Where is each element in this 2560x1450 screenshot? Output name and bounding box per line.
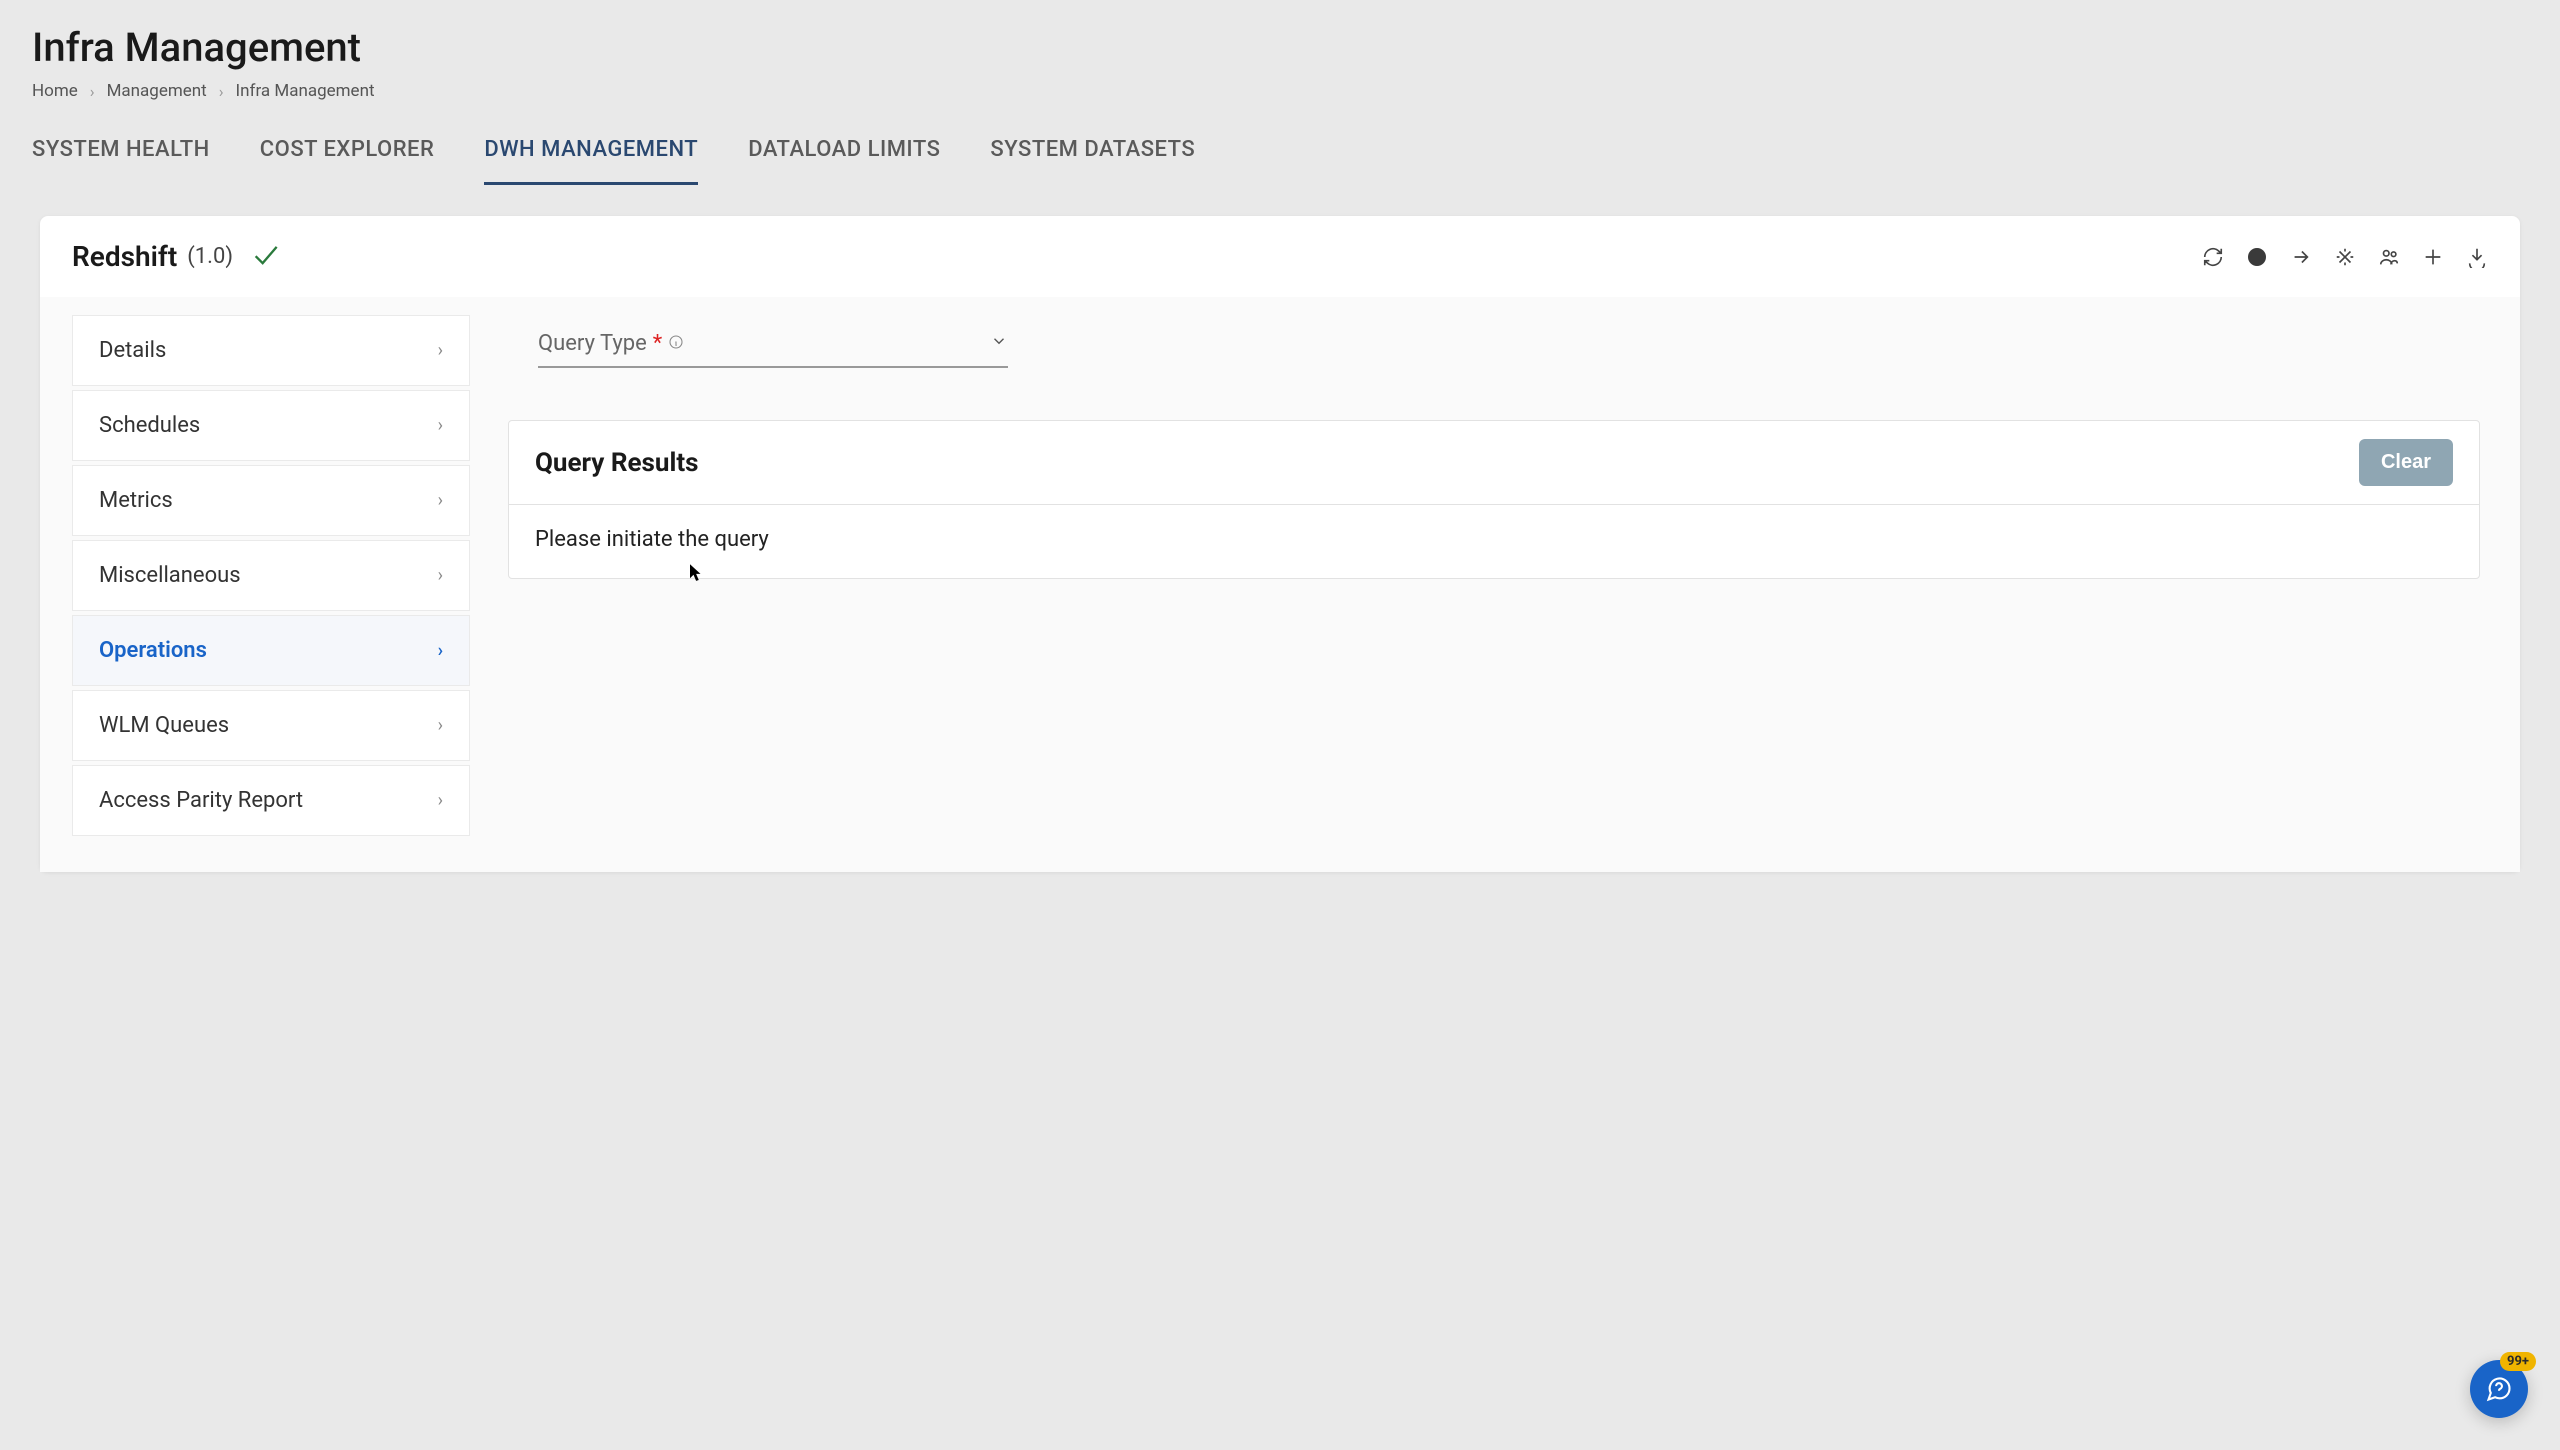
- sidebar-item-label: Operations: [99, 638, 207, 663]
- tab-cost-explorer[interactable]: COST EXPLORER: [260, 115, 435, 185]
- chat-help-button[interactable]: 99+: [2470, 1360, 2528, 1418]
- chevron-right-icon: ›: [438, 790, 443, 811]
- check-icon: [251, 241, 279, 273]
- chevron-right-icon: ›: [90, 82, 95, 101]
- tab-dwh-management[interactable]: DWH MANAGEMENT: [484, 115, 698, 185]
- sidebar-item-miscellaneous[interactable]: Miscellaneous ›: [72, 540, 470, 611]
- sidebar-item-operations[interactable]: Operations ›: [72, 615, 470, 686]
- chevron-right-icon: ›: [438, 490, 443, 511]
- chevron-right-icon: ›: [438, 715, 443, 736]
- sidebar-item-label: Details: [99, 338, 166, 363]
- required-asterisk: *: [653, 331, 662, 356]
- sidebar-item-label: Metrics: [99, 488, 173, 513]
- sidebar-item-label: Access Parity Report: [99, 788, 303, 813]
- info-icon[interactable]: [668, 334, 684, 354]
- page-title: Infra Management: [32, 24, 2528, 71]
- refresh-icon[interactable]: [2202, 246, 2224, 268]
- top-tabs: SYSTEM HEALTH COST EXPLORER DWH MANAGEME…: [0, 115, 2560, 186]
- notification-badge: 99+: [2500, 1352, 2536, 1371]
- tools-icon[interactable]: [2334, 246, 2356, 268]
- sidebar-item-metrics[interactable]: Metrics ›: [72, 465, 470, 536]
- sidebar-item-label: Miscellaneous: [99, 563, 241, 588]
- breadcrumb: Home › Management › Infra Management: [32, 81, 2528, 101]
- download-icon[interactable]: [2466, 246, 2488, 268]
- tab-system-health[interactable]: SYSTEM HEALTH: [32, 115, 210, 185]
- breadcrumb-current: Infra Management: [236, 81, 375, 101]
- card-actions: [2202, 246, 2488, 268]
- chevron-right-icon: ›: [438, 415, 443, 436]
- breadcrumb-home[interactable]: Home: [32, 81, 78, 101]
- users-icon[interactable]: [2378, 246, 2400, 268]
- query-results-empty: Please initiate the query: [509, 505, 2479, 578]
- tab-system-datasets[interactable]: SYSTEM DATASETS: [990, 115, 1195, 185]
- main-panel: Query Type * Query Results: [500, 297, 2488, 840]
- plus-icon[interactable]: [2422, 246, 2444, 268]
- chevron-right-icon: ›: [438, 640, 443, 661]
- sidebar-item-label: WLM Queues: [99, 713, 229, 738]
- sidebar-item-wlm-queues[interactable]: WLM Queues ›: [72, 690, 470, 761]
- breadcrumb-management[interactable]: Management: [107, 81, 207, 101]
- sidebar-item-access-parity-report[interactable]: Access Parity Report ›: [72, 765, 470, 836]
- chevron-right-icon: ›: [438, 340, 443, 361]
- chevron-right-icon: ›: [219, 82, 224, 101]
- query-type-label: Query Type: [538, 331, 647, 356]
- arrow-right-icon[interactable]: [2290, 246, 2312, 268]
- card-sidebar: Details › Schedules › Metrics › Miscella…: [72, 297, 470, 840]
- sidebar-item-label: Schedules: [99, 413, 200, 438]
- card-header: Redshift (1.0): [40, 216, 2520, 297]
- card-version: (1.0): [187, 244, 233, 269]
- query-type-select[interactable]: Query Type *: [538, 331, 1008, 368]
- status-dot-icon[interactable]: [2246, 246, 2268, 268]
- clear-button[interactable]: Clear: [2359, 439, 2453, 486]
- sidebar-item-details[interactable]: Details ›: [72, 315, 470, 386]
- chevron-down-icon: [990, 331, 1008, 356]
- card-title: Redshift: [72, 240, 177, 273]
- query-results-box: Query Results Clear Please initiate the …: [508, 420, 2480, 579]
- dwh-card: Redshift (1.0): [40, 216, 2520, 872]
- sidebar-item-schedules[interactable]: Schedules ›: [72, 390, 470, 461]
- chevron-right-icon: ›: [438, 565, 443, 586]
- query-results-title: Query Results: [535, 448, 698, 478]
- tab-dataload-limits[interactable]: DATALOAD LIMITS: [748, 115, 940, 185]
